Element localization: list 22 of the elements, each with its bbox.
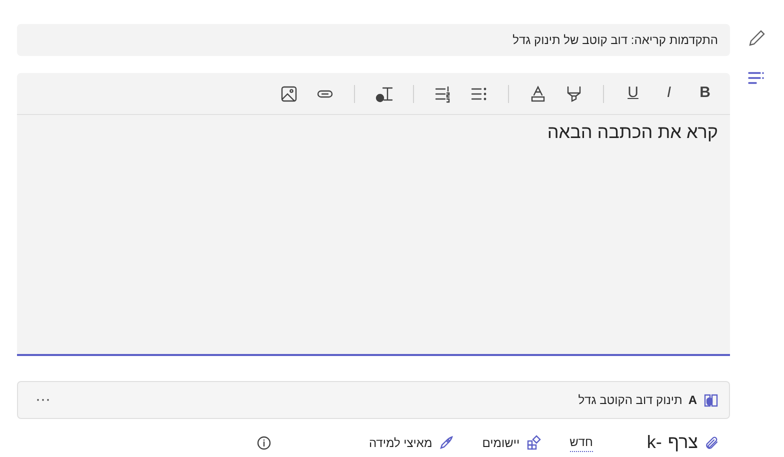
progress-text: התקדמות קריאה: דוב קוטב של תינוק גדל	[512, 32, 718, 49]
apps-button[interactable]: יישומים	[482, 434, 542, 452]
info-button[interactable]	[256, 436, 271, 450]
underline-button[interactable]: U	[618, 80, 648, 108]
clear-format-icon[interactable]	[375, 84, 393, 102]
attachment-title: תינוק דוב הקוטב גדל	[578, 392, 682, 409]
apps-icon	[526, 434, 542, 450]
editor-text: קרא את הכתבה הבאה	[546, 121, 719, 144]
image-icon[interactable]	[280, 84, 298, 102]
more-button[interactable]: ···	[28, 386, 58, 414]
numbered-list-icon[interactable]	[434, 84, 452, 102]
info-icon	[256, 436, 271, 450]
paperclip-icon	[704, 434, 720, 450]
font-color-icon[interactable]	[529, 84, 547, 102]
reader-icon	[703, 392, 719, 408]
pencil-icon[interactable]	[747, 28, 767, 48]
letter-label: A	[688, 392, 697, 409]
highlighter-icon[interactable]	[565, 84, 583, 102]
bold-button[interactable]: B	[690, 80, 720, 108]
italic-button[interactable]: I	[654, 80, 684, 108]
accelerators-button[interactable]: מאיצי למידה	[368, 434, 454, 452]
new-button[interactable]: חדש	[570, 433, 593, 452]
